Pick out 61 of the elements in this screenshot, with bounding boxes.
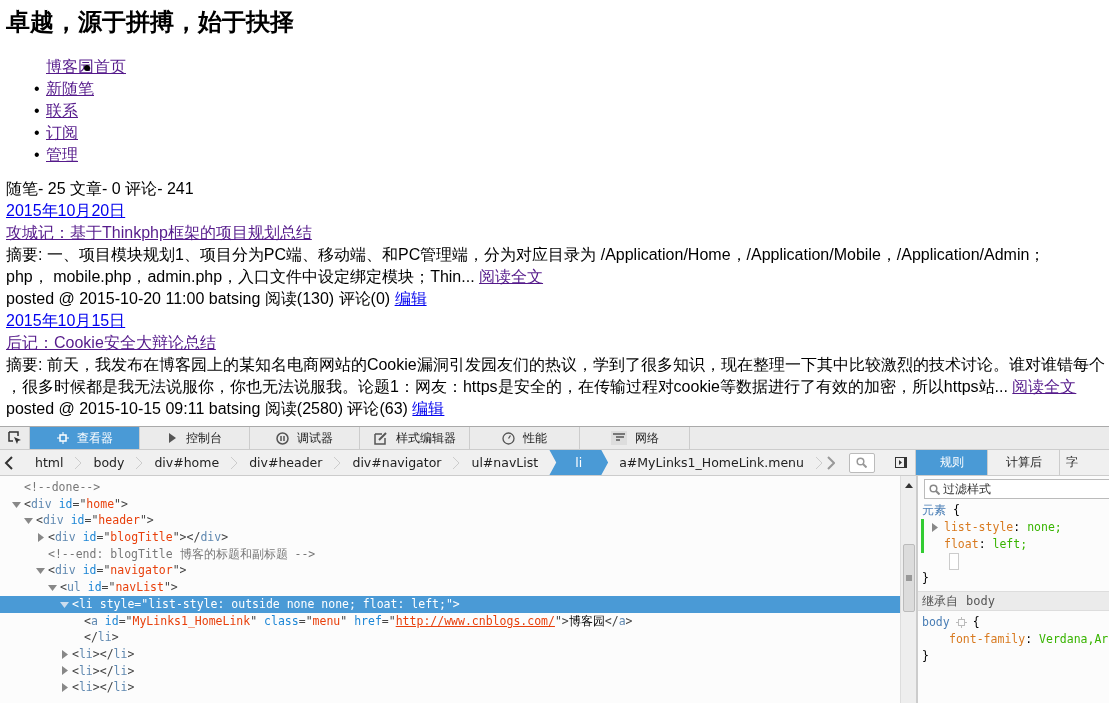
markup-line[interactable]: <div id="navigator">: [0, 562, 900, 580]
blog-title: 卓越，源于拼搏，始于抉择: [6, 7, 295, 37]
post-summary: ，很多时候都是我无法说服你，你也无法说服我。论题1：网友：https是安全的，在传输过程对cookie等数据进行了有效的加密，所以https站...: [6, 378, 1009, 395]
rule-selector: body: [922, 614, 950, 631]
markup-line[interactable]: <li></li>: [0, 645, 900, 663]
nav-link[interactable]: 新随笔: [46, 80, 94, 97]
post-summary: 摘要: 前天，我发布在博客园上的某知名电商网站的Cookie漏洞引发园友们的热议，学到了很多知识，现在整理一下其中比较激烈的技术讨论。谁对谁错每个: [6, 355, 1103, 375]
bullet-icon: •: [34, 78, 40, 100]
read-more-link[interactable]: 阅读全文: [1012, 378, 1077, 395]
closing-brace: }: [922, 648, 929, 665]
markup-line[interactable]: <ul id="navList">: [0, 579, 900, 596]
css-declaration[interactable]: font-family: Verdana,Ar: [949, 631, 1109, 648]
markup-line[interactable]: <li></li>: [0, 679, 900, 696]
bullet-icon: •: [34, 100, 40, 122]
open-brace: {: [972, 614, 980, 631]
nav-link[interactable]: 联系: [46, 102, 78, 119]
markup-line[interactable]: <div id="header">: [0, 512, 900, 530]
devtools-tab[interactable]: 性能: [470, 427, 580, 449]
breadcrumb[interactable]: a#MyLinks1_HomeLink.menu: [612, 450, 811, 475]
read-more-link[interactable]: 阅读全文: [479, 268, 544, 285]
bullet-icon: •: [34, 144, 40, 166]
css-declaration[interactable]: float: left;: [944, 536, 1028, 553]
breadcrumb[interactable]: div#home: [147, 450, 227, 475]
devtools-tab[interactable]: 样式编辑器: [360, 427, 470, 449]
edit-link[interactable]: 编辑: [412, 400, 445, 417]
breadcrumb[interactable]: div#navigator: [345, 450, 449, 475]
post-title-link[interactable]: 后记：Cookie安全大辩论总结: [6, 334, 216, 351]
filter-styles-field[interactable]: 过滤样式: [924, 479, 1109, 499]
markup-line[interactable]: <li></li>: [0, 662, 900, 680]
inherited-source: body: [966, 594, 995, 608]
closing-brace: }: [922, 570, 929, 587]
markup-line[interactable]: <a id="MyLinks1_HomeLink" class="menu" href="http://www.cnblogs.com/">博客园</a>: [0, 612, 900, 630]
breadcrumb[interactable]: ul#navList: [464, 450, 546, 475]
breadcrumb[interactable]: div#header: [242, 450, 330, 475]
markup-line[interactable]: <div id="blogTitle"></div>: [0, 529, 900, 546]
markup-line[interactable]: <div id="home">: [0, 495, 900, 513]
post-summary: 摘要: 一、项目模块规划1、项目分为PC端、移动端、和PC管理端，分为对应目录为 /Application/Home，/Application/Mobile，/Application/Admin；: [6, 245, 1047, 265]
devtools-tab[interactable]: 网络: [580, 427, 690, 449]
post-footer: posted @ 2015-10-20 11:00 batsing 阅读(130) 评论(0): [6, 290, 395, 307]
inherited-label: 继承自: [922, 592, 958, 610]
post-footer: posted @ 2015-10-15 09:11 batsing 阅读(2580) 评论(63): [6, 400, 413, 417]
bullet-icon: •: [34, 122, 40, 144]
edit-link[interactable]: 编辑: [394, 290, 427, 307]
post-date-link[interactable]: 2015年10月15日: [6, 312, 126, 329]
devtools-tab[interactable]: 调试器: [250, 427, 360, 449]
devtools-tab[interactable]: 控制台: [140, 427, 250, 449]
blog-stats: 随笔- 25 文章- 0 评论- 241: [6, 179, 195, 199]
nav-link[interactable]: 管理: [46, 146, 78, 163]
rule-selector: 元素 {: [922, 502, 960, 519]
post-title-link[interactable]: 攻城记：基于Thinkphp框架的项目规划总结: [6, 224, 312, 241]
markup-line[interactable]: <!--done-->: [0, 479, 900, 496]
markup-line[interactable]: </li>: [0, 629, 900, 646]
css-declaration[interactable]: list-style: none;: [944, 519, 1062, 536]
post-date-link[interactable]: 2015年10月20日: [6, 202, 126, 219]
nav-link[interactable]: 订阅: [46, 124, 78, 141]
breadcrumb[interactable]: html: [28, 450, 71, 475]
post-summary: php， mobile.php，admin.php，入口文件中设定绑定模块；Thin...: [6, 268, 476, 285]
sidebar-tab[interactable]: 计算后: [988, 450, 1060, 475]
breadcrumb[interactable]: body: [86, 450, 132, 475]
sidebar-tab[interactable]: 字: [1060, 450, 1084, 475]
markup-line[interactable]: <!--end: blogTitle 博客的标题和副标题 -->: [0, 545, 900, 563]
